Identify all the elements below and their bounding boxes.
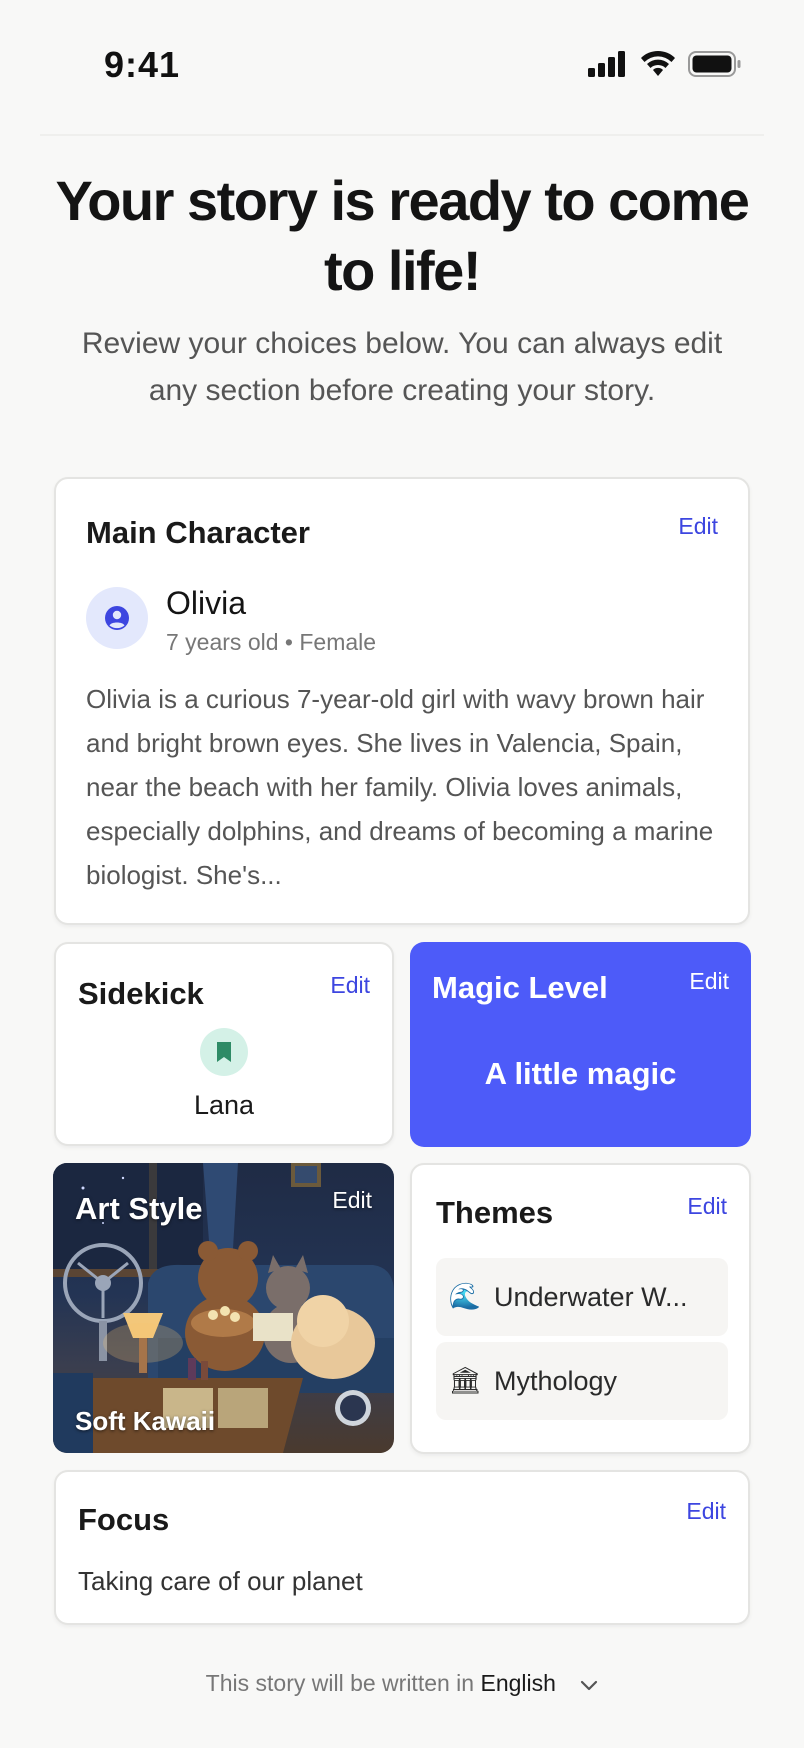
status-time: 9:41 xyxy=(104,44,181,85)
main-character-edit-button[interactable]: Edit xyxy=(678,513,718,540)
cellular-signal-icon xyxy=(588,51,625,77)
art-style-edit-button[interactable]: Edit xyxy=(332,1187,372,1214)
focus-edit-button[interactable]: Edit xyxy=(686,1498,726,1525)
theme-label: Underwater W... xyxy=(494,1281,688,1312)
focus-card: Focus Edit Taking care of our planet xyxy=(54,1470,750,1625)
focus-title: Focus xyxy=(78,1502,170,1537)
battery-icon xyxy=(688,51,741,77)
character-name: Olivia xyxy=(166,585,247,621)
character-gender: Female xyxy=(299,629,377,655)
status-bar: 9:41 xyxy=(0,0,804,130)
character-age: 7 years old xyxy=(166,629,279,655)
sidekick-card: Sidekick Edit Lana xyxy=(54,942,394,1146)
chevron-down-icon[interactable] xyxy=(580,1671,598,1698)
focus-value: Taking care of our planet xyxy=(78,1566,363,1596)
theme-chip: 🌊 Underwater W... xyxy=(436,1258,728,1336)
sidekick-title: Sidekick xyxy=(78,976,204,1011)
magic-level-value: A little magic xyxy=(484,1056,677,1091)
sidekick-edit-button[interactable]: Edit xyxy=(330,972,370,999)
theme-chip: 🏛 Mythology xyxy=(436,1342,728,1420)
theme-label: Mythology xyxy=(494,1365,618,1396)
sidekick-name: Lana xyxy=(193,1090,255,1120)
classical-building-icon: 🏛 xyxy=(448,1366,482,1396)
character-meta: 7 years old • Female xyxy=(166,629,376,656)
art-style-card: Art Style Edit Soft Kawaii xyxy=(53,1163,394,1453)
language-prefix: This story will be written in xyxy=(205,1670,475,1696)
header-divider xyxy=(40,134,764,136)
main-character-title: Main Character xyxy=(86,515,310,550)
meta-separator: • xyxy=(284,629,293,655)
wave-icon: 🌊 xyxy=(448,1282,482,1312)
language-value[interactable]: English xyxy=(480,1670,555,1696)
magic-level-title: Magic Level xyxy=(432,970,608,1005)
themes-edit-button[interactable]: Edit xyxy=(687,1193,727,1220)
art-style-value: Soft Kawaii xyxy=(75,1406,216,1436)
language-selector[interactable]: This story will be written in English xyxy=(0,1670,804,1698)
bookmark-icon xyxy=(217,1042,231,1062)
magic-level-card: Magic Level Edit A little magic xyxy=(410,942,751,1147)
sidekick-avatar xyxy=(200,1028,248,1076)
character-description: Olivia is a curious 7-year-old girl with… xyxy=(86,684,714,890)
magic-level-edit-button[interactable]: Edit xyxy=(689,968,729,995)
page-title: Your story is ready to come to life! xyxy=(55,169,750,302)
page-subtitle: Review your choices below. You can alway… xyxy=(81,327,723,407)
user-circle-icon xyxy=(105,606,129,630)
status-icons xyxy=(588,50,742,78)
themes-title: Themes xyxy=(436,1195,554,1230)
avatar xyxy=(86,587,148,649)
wifi-icon xyxy=(641,50,675,76)
themes-card: Themes Edit 🌊 Underwater W... 🏛 Mytholog… xyxy=(410,1163,751,1454)
main-character-card: Main Character Edit Olivia 7 years old •… xyxy=(54,477,750,925)
art-style-title: Art Style xyxy=(75,1191,203,1226)
